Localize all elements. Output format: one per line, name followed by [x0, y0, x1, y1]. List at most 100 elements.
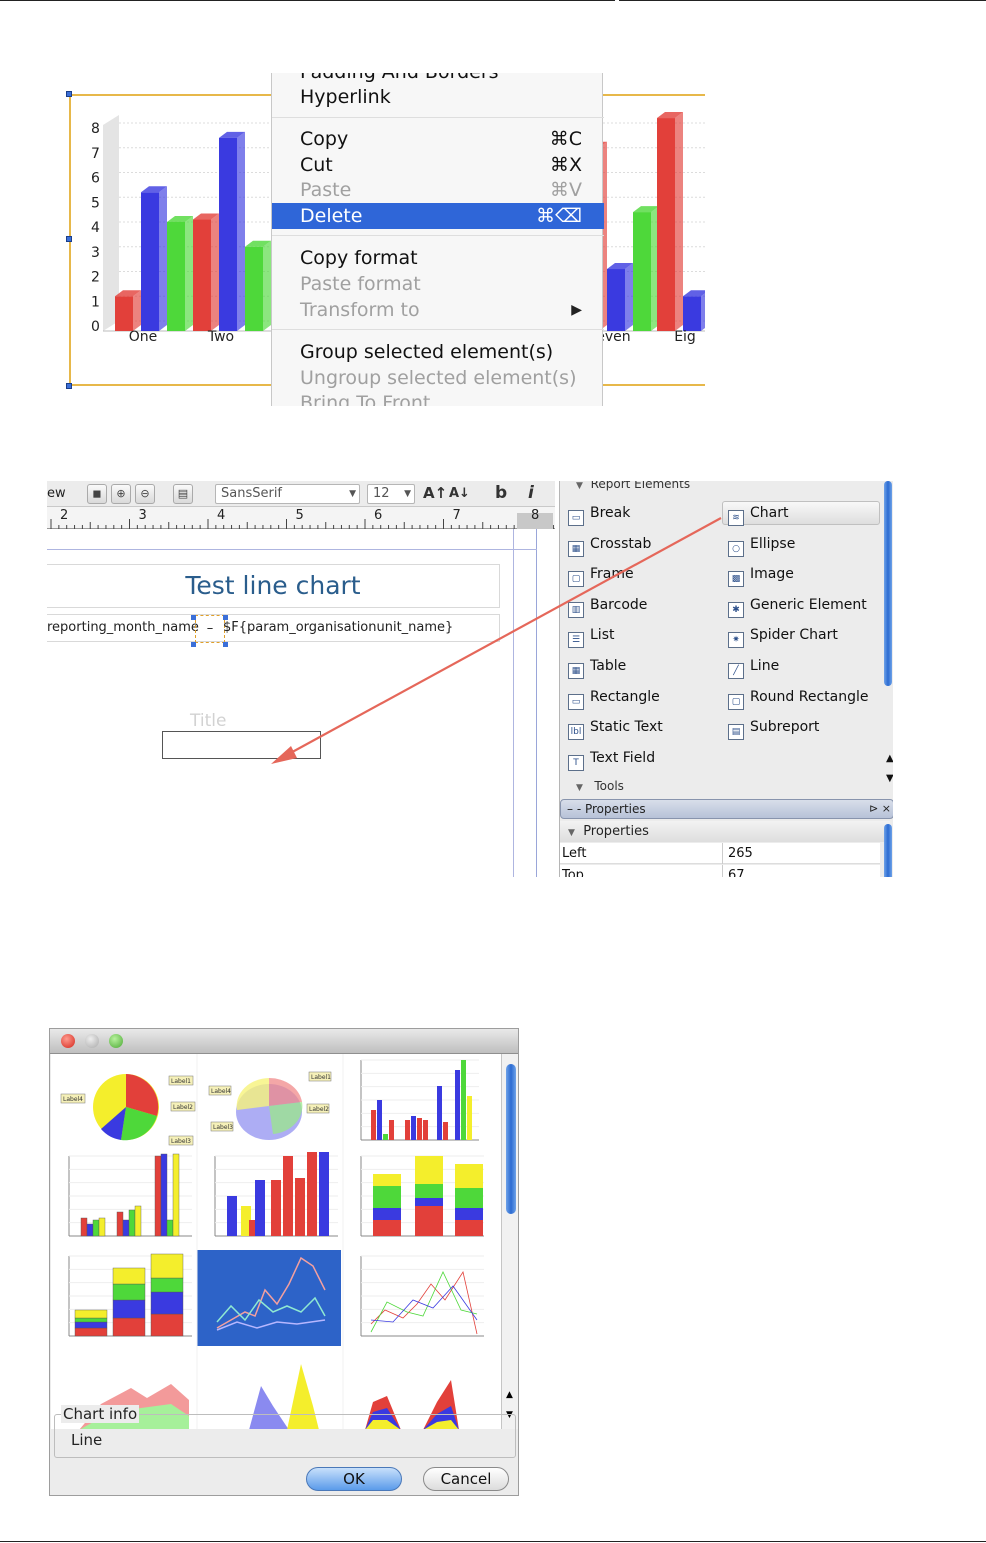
submenu-arrow-icon: ▶	[571, 302, 582, 318]
chart-chooser-dialog: Label1 Label2 Label3 Label4 Label1 Label2 Labe…	[49, 1028, 519, 1496]
bar-segment	[455, 1220, 483, 1236]
bar	[411, 1116, 416, 1140]
bar-segment	[415, 1206, 443, 1236]
bar-segment	[415, 1198, 443, 1206]
menu-item-transform-to[interactable]: Transform to ▶	[272, 297, 604, 323]
bar	[86, 1223, 94, 1237]
bar-segment	[150, 1253, 184, 1279]
minimize-icon[interactable]	[85, 1034, 99, 1048]
bar	[383, 1134, 388, 1140]
palette-item-generic-element[interactable]: ✱ Generic Element	[728, 593, 867, 618]
menu-item-group[interactable]: Group selected element(s)	[272, 339, 604, 365]
zoom-icon[interactable]	[109, 1034, 123, 1048]
menu-item-copy-format[interactable]: Copy format	[272, 245, 604, 271]
bar-side	[675, 112, 683, 331]
bar	[283, 1156, 293, 1236]
bar	[295, 1178, 305, 1236]
bar-segment	[150, 1313, 184, 1337]
bar-side	[237, 131, 245, 331]
bar-segment	[415, 1156, 443, 1184]
palette-item-spider-chart[interactable]: ✷ Spider Chart	[728, 623, 838, 649]
pie-label: Label2	[309, 1106, 329, 1113]
menu-item-cut[interactable]: Cut ⌘X	[272, 152, 604, 178]
palette-item-round-rectangle[interactable]: ▢ Round Rectangle	[728, 685, 869, 710]
thumb-xy-line-chart[interactable]	[360, 1255, 484, 1337]
bar-side	[701, 293, 705, 331]
pie-label: Label3	[171, 1138, 191, 1145]
x-tick-label: Eig	[674, 329, 696, 345]
menu-item-delete[interactable]: Delete ⌘⌫	[272, 203, 604, 229]
scroll-thumb[interactable]	[506, 1064, 516, 1214]
x-tick-label: One	[129, 329, 158, 345]
thumb-line-chart-selected[interactable]	[197, 1250, 341, 1346]
bar-segment	[74, 1309, 108, 1319]
menu-separator	[272, 235, 604, 236]
pie-slice	[269, 1102, 303, 1134]
pie-label: Label2	[173, 1104, 193, 1111]
palette-item-chart[interactable]: ≋ Chart	[728, 501, 788, 526]
thumb-stacked-bar-chart[interactable]	[360, 1155, 484, 1237]
y-tick-label: 7	[91, 146, 100, 162]
palette-item-subreport[interactable]: ▤ Subreport	[728, 715, 819, 741]
gallery-scrollbar[interactable]: ▲ ▼	[501, 1054, 518, 1429]
report-designer-screenshot: ew ◼ ⊕ ⊖ ▤ SansSerif ▼ 12 ▼ A↑ A↓ b i 23…	[47, 481, 893, 877]
line-icon: ╱	[728, 663, 744, 679]
thumb-bar-chart[interactable]	[360, 1059, 479, 1141]
menu-item-ungroup[interactable]: Ungroup selected element(s)	[272, 365, 604, 391]
spider-chart-icon: ✷	[728, 632, 744, 649]
close-icon[interactable]	[61, 1034, 75, 1048]
thumb-3d-bar-chart[interactable]	[68, 1153, 192, 1237]
bar	[423, 1120, 428, 1140]
bar-segment	[112, 1283, 146, 1301]
bar	[371, 1110, 376, 1140]
y-tick-label: 6	[91, 171, 100, 187]
menu-item-paste-format[interactable]: Paste format	[272, 271, 604, 297]
chart-type-gallery: Label1 Label2 Label3 Label4 Label1 Label2 Labe…	[51, 1054, 501, 1429]
page-top-rule	[0, 0, 615, 1]
menu-separator	[272, 117, 604, 118]
bar-segment	[415, 1184, 443, 1198]
menu-item-hyperlink[interactable]: Hyperlink	[272, 84, 604, 110]
menu-item-copy[interactable]: Copy ⌘C	[272, 126, 604, 152]
generic-element-icon: ✱	[728, 601, 744, 618]
y-tick-label: 2	[91, 270, 100, 286]
context-menu: Padding And Borders Hyperlink Copy⌘C Cut…	[271, 73, 604, 406]
bar-side	[263, 240, 271, 331]
palette-item-line[interactable]: ╱ Line	[728, 654, 779, 679]
bar	[633, 212, 651, 331]
y-tick-label: 3	[91, 245, 100, 261]
bar	[115, 296, 133, 331]
palette-item-image[interactable]: ▩ Image	[728, 562, 794, 588]
bar-segment	[112, 1317, 146, 1337]
palette-label: Image	[750, 566, 794, 583]
dialog-titlebar	[50, 1029, 518, 1054]
ellipse-icon: ○	[728, 540, 744, 557]
bar-segment	[455, 1188, 483, 1208]
bar-side	[625, 263, 633, 331]
menu-item-paste[interactable]: Paste ⌘V	[272, 177, 604, 203]
pie-label: Label1	[311, 1074, 331, 1081]
bar	[657, 118, 675, 331]
thumb-3d-pie-chart[interactable]: Label1 Label2 Label3 Label4	[208, 1071, 332, 1140]
chart-info-value: Line	[71, 1431, 103, 1449]
bar	[307, 1152, 317, 1236]
bar-top	[683, 290, 705, 297]
thumb-pie-chart[interactable]: Label1 Label2 Label3 Label4	[60, 1074, 196, 1146]
thumb-3d-stacked-bar-chart[interactable]	[68, 1253, 192, 1337]
bar-segment	[112, 1267, 146, 1285]
bar-segment	[74, 1327, 108, 1337]
cancel-button[interactable]: Cancel	[423, 1467, 509, 1491]
pie-label: Label3	[213, 1124, 233, 1131]
palette-item-ellipse[interactable]: ○ Ellipse	[728, 532, 795, 557]
thumb-xy-bar-chart[interactable]	[214, 1152, 338, 1237]
bar	[227, 1196, 237, 1236]
scroll-up-arrow-icon[interactable]: ▲	[506, 1390, 513, 1400]
bar-side	[211, 213, 219, 331]
menu-item-bring-to-front[interactable]: Bring To Front	[272, 390, 604, 406]
palette-label: Round Rectangle	[750, 688, 869, 705]
bar-segment	[455, 1208, 483, 1220]
pie-label: Label4	[211, 1088, 231, 1095]
ok-button[interactable]: OK	[306, 1467, 402, 1491]
bar-segment	[373, 1208, 401, 1220]
selected-thumb-bg	[197, 1250, 341, 1346]
